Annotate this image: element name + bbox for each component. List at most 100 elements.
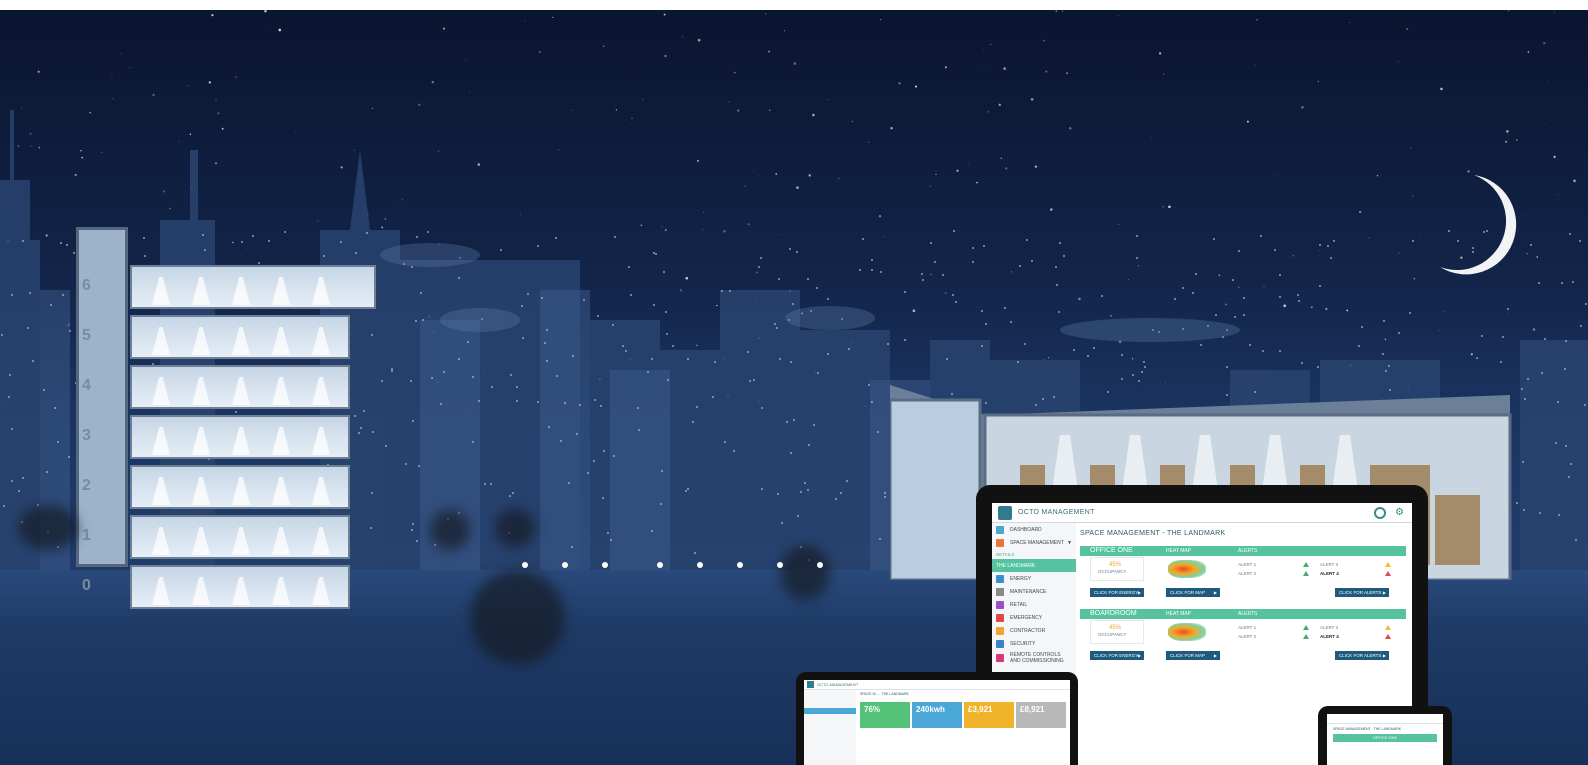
gear-icon[interactable]: ⚙ (1395, 507, 1404, 519)
occupancy-card: 45% OCCUPANCY (1090, 557, 1144, 581)
kpi-tile[interactable]: 240kwh (912, 702, 962, 728)
page-title: SPACE MANAGEMENT - THE LANDMARK (1080, 530, 1226, 537)
sidebar-item-dashboard[interactable]: DASHBOARD (992, 523, 1076, 536)
panel-header: OFFICE ONE HEAT MAP ALERTS (1080, 546, 1406, 556)
ceiling-light (192, 377, 210, 405)
app-title: OCTO MANAGEMENT (1018, 509, 1095, 516)
alert-ok-icon (1303, 562, 1309, 567)
alert-item: ALERT 3 (1320, 562, 1339, 567)
panel-col-heatmap: HEAT MAP (1166, 611, 1192, 617)
click-for-map-button[interactable]: CLICK FOR MAP (1166, 651, 1220, 660)
ceiling-light (312, 327, 330, 355)
alert-item: ALERT 1 (1238, 562, 1257, 567)
building-floor (130, 415, 350, 459)
sidebar-item-label: DASHBOARD (1010, 526, 1042, 533)
sidebar-item-retail[interactable]: RETAIL (992, 598, 1076, 611)
tree-silhouette (430, 510, 470, 550)
space-icon (996, 538, 1004, 547)
ceiling-light (152, 327, 170, 355)
alert-item: ALERT 4 (1320, 571, 1339, 576)
building-floor (130, 365, 350, 409)
ceiling-light (272, 427, 290, 455)
building-floor (130, 465, 350, 509)
sidebar-item-the-landmark[interactable]: THE LANDMARK (992, 559, 1076, 572)
sidebar-item-space-management[interactable]: SPACE MANAGEMENT ▼ (992, 536, 1076, 549)
ceiling-light (272, 527, 290, 555)
tree-silhouette (18, 505, 78, 550)
sidebar-item-label: CONTRACTOR (1010, 627, 1046, 634)
click-for-alerts-button[interactable]: CLICK FOR ALERTS (1335, 651, 1389, 660)
contractor-icon (996, 626, 1004, 635)
alert-item: ALERT 2 (1238, 571, 1257, 576)
floor-number: 1 (82, 527, 91, 544)
tablet-sidebar-active[interactable] (804, 708, 856, 714)
kpi-tile[interactable]: £3,921 (964, 702, 1014, 728)
ceiling-light (272, 327, 290, 355)
panel-col-alerts: ALERTS (1238, 611, 1258, 617)
ceiling-light (152, 527, 170, 555)
ceiling-light (272, 277, 290, 305)
building-floor (130, 315, 350, 359)
octo-logo-icon (998, 505, 1012, 520)
sidebar-item-label: MAINTENANCE (1010, 588, 1047, 595)
tree-silhouette (470, 570, 565, 665)
panel-col-heatmap: HEAT MAP (1166, 548, 1192, 554)
ceiling-light (232, 477, 250, 505)
kpi-value: 240kwh (916, 705, 945, 714)
occupancy-card: 45% OCCUPANCY (1090, 620, 1144, 644)
ceiling-light (232, 577, 250, 605)
click-for-alerts-button[interactable]: CLICK FOR ALERTS (1335, 588, 1389, 597)
alert-ok-icon (1303, 571, 1309, 576)
kpi-tile[interactable]: 76% (860, 702, 910, 728)
sidebar-item-remote-controls-and-commissioning[interactable]: REMOTE CONTROLS AND COMMISSIONING (992, 650, 1076, 666)
sidebar-item-energy[interactable]: ENERGY (992, 572, 1076, 585)
floor-number: 6 (82, 277, 91, 294)
tablet-heading: SPACE M... - THE LANDMARK (860, 692, 909, 696)
sidebar-item-label: EMERGENCY (1010, 614, 1043, 621)
ceiling-light (232, 527, 250, 555)
heat-map-thumbnail[interactable] (1168, 560, 1206, 578)
click-for-energy-button[interactable]: CLICK FOR ENERGY (1090, 588, 1144, 597)
floor-number: 4 (82, 377, 91, 394)
ceiling-light (152, 377, 170, 405)
tablet-screen: OCTO MANAGEMENT SPACE M... - THE LANDMAR… (804, 680, 1070, 765)
occupancy-value: 45% (1109, 625, 1122, 631)
floor-number: 3 (82, 427, 91, 444)
occupancy-label: OCCUPANCY (1098, 569, 1127, 574)
occupancy-value: 45% (1109, 562, 1122, 568)
ceiling-light (232, 327, 250, 355)
floor-number: 2 (82, 477, 91, 494)
tablet-device: OCTO MANAGEMENT SPACE M... - THE LANDMAR… (796, 672, 1078, 765)
alert-warning-icon (1385, 625, 1391, 630)
click-for-map-button[interactable]: CLICK FOR MAP (1166, 588, 1220, 597)
phone-screen: SPACE MANAGEMENT - THE LANDMARK OFFICE O… (1327, 714, 1443, 765)
sidebar-item-emergency[interactable]: EMERGENCY (992, 611, 1076, 624)
sidebar-item-maintenance[interactable]: MAINTENANCE (992, 585, 1076, 598)
ceiling-light (272, 377, 290, 405)
sidebar-item-contractor[interactable]: CONTRACTOR (992, 624, 1076, 637)
emergency-icon (996, 613, 1004, 622)
dashboard-icon (996, 525, 1004, 534)
sidebar-item-security[interactable]: SECURITY (992, 637, 1076, 650)
floor-number: 5 (82, 327, 91, 344)
ceiling-light (272, 577, 290, 605)
ceiling-light (312, 477, 330, 505)
sidebar-item-label: RETAIL (1010, 601, 1028, 608)
space-panel: BOARDROOM HEAT MAP ALERTS 45% OCCUPANCY … (1080, 609, 1406, 667)
sidebar-item-label: THE LANDMARK (996, 562, 1036, 569)
click-for-energy-button[interactable]: CLICK FOR ENERGY (1090, 651, 1144, 660)
ceiling-light (152, 277, 170, 305)
panel-title: OFFICE ONE (1090, 547, 1133, 554)
ceiling-light (312, 527, 330, 555)
heat-map-thumbnail[interactable] (1168, 623, 1206, 641)
alert-ok-icon (1303, 634, 1309, 639)
retail-icon (996, 600, 1004, 609)
user-avatar-icon[interactable] (1374, 507, 1386, 519)
kpi-tile[interactable]: £8,921 (1016, 702, 1066, 728)
remote-icon (996, 654, 1004, 662)
ceiling-light (272, 477, 290, 505)
ceiling-light (312, 377, 330, 405)
ceiling-light (152, 477, 170, 505)
chevron-down-icon[interactable]: ▼ (1067, 540, 1072, 546)
phone-heading: SPACE MANAGEMENT - THE LANDMARK (1333, 727, 1402, 731)
